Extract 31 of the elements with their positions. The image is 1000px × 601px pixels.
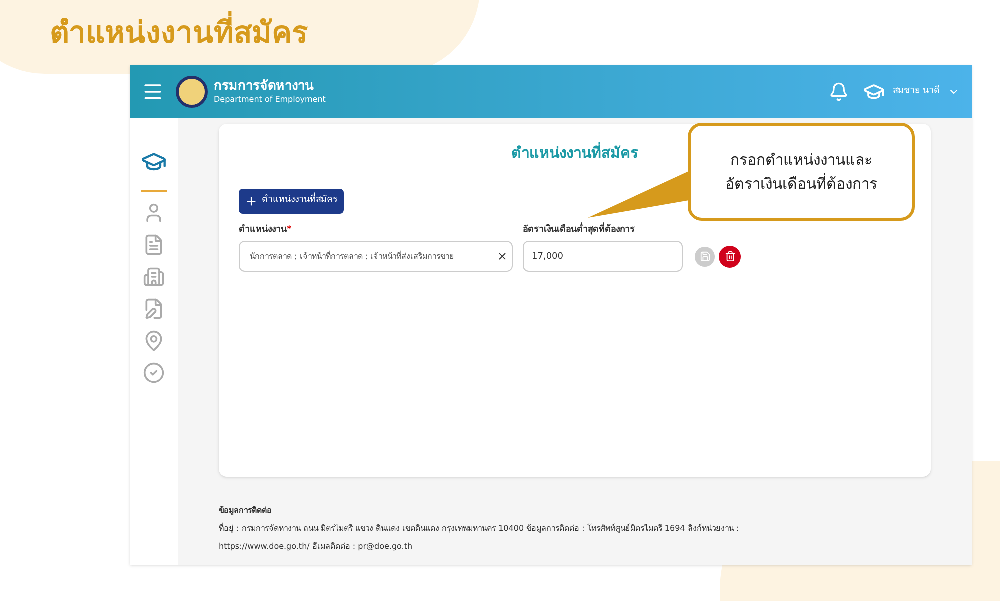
- save-icon: [700, 251, 710, 262]
- document-pen-icon: [143, 298, 165, 320]
- document-icon: [143, 234, 165, 256]
- card-title: ตำแหน่งงานที่สมัคร: [512, 142, 638, 164]
- callout-text: อัตราเงินเดือนที่ต้องการ: [726, 172, 878, 195]
- field-label: อัตราเงินเดือนต่ำสุดที่ต้องการ: [523, 224, 636, 237]
- map-pin-icon: [143, 330, 165, 352]
- sidebar-item[interactable]: [143, 362, 165, 384]
- delete-button[interactable]: [719, 246, 741, 268]
- sidebar-item[interactable]: [143, 266, 165, 288]
- trash-icon: [724, 251, 736, 262]
- org-name: กรมการจัดหางาน: [214, 78, 315, 94]
- footer-address: ที่อยู่ : กรมการจัดหางาน ถนน มิตรไมตรี แขวง ดินแดง เขตดินแดง กรุงเทพมหานคร 10400 ข้อมูลการติดต่อ : โทรศัพท์ศูนย์มิตรไมตรี 1694 ลิงก์หน่วยงาน :: [219, 523, 740, 535]
- slide-title: ตำแหน่งงานที่สมัคร: [50, 10, 308, 58]
- org-subtitle: Department of Employment: [214, 94, 326, 104]
- notification-bell-icon[interactable]: [829, 82, 850, 102]
- check-circle-icon: [143, 362, 165, 384]
- sidebar-item[interactable]: [143, 330, 165, 352]
- position-field[interactable]: นักการตลาด ; เจ้าหน้าที่การตลาด ; เจ้าหน้าที่ส่งเสริมการขาย: [239, 241, 513, 272]
- sidebar-item[interactable]: [143, 298, 165, 320]
- plus-icon: [245, 194, 258, 208]
- field-label: ตำแหน่งงาน*: [239, 224, 293, 236]
- clear-icon[interactable]: [497, 251, 508, 262]
- sidebar-item[interactable]: [143, 234, 165, 256]
- salary-field[interactable]: 17,000: [523, 241, 683, 272]
- footer-heading: ข้อมูลการติดต่อ: [219, 505, 272, 517]
- building-icon: [143, 266, 165, 288]
- callout-text: กรอกตำแหน่งงานและ: [730, 150, 872, 171]
- emblem-icon: [176, 76, 208, 108]
- add-position-button[interactable]: ตำแหน่งงานที่สมัคร: [239, 188, 344, 214]
- footer-links: https://www.doe.go.th/ อีเมลติดต่อ : pr@doe.go.th: [219, 541, 413, 553]
